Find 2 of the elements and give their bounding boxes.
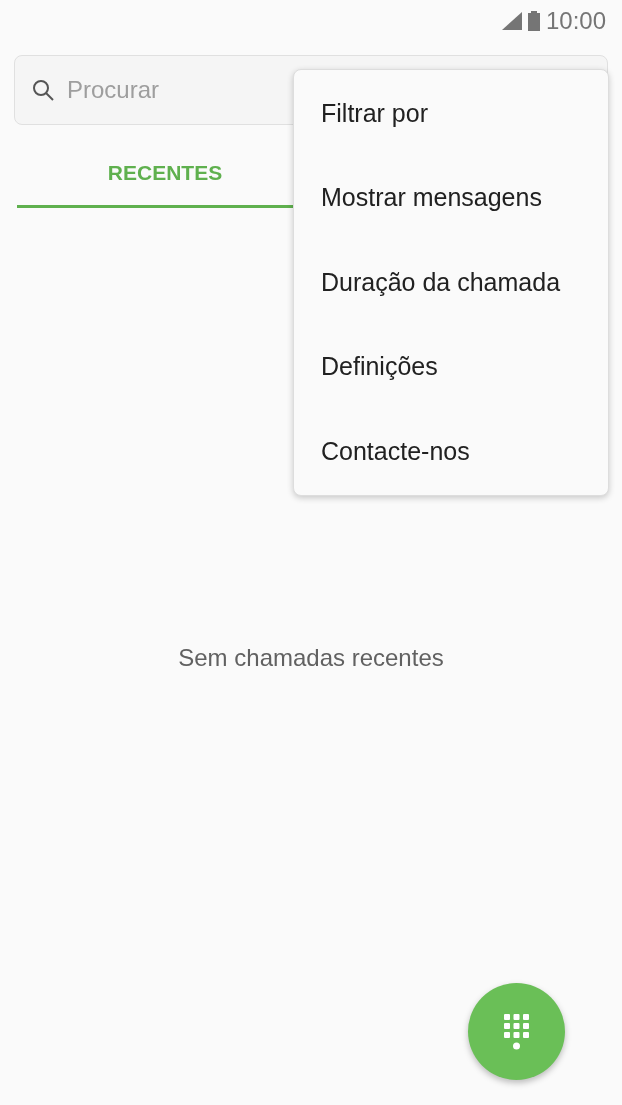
- empty-message: Sem chamadas recentes: [178, 644, 444, 673]
- status-time: 10:00: [545, 7, 606, 35]
